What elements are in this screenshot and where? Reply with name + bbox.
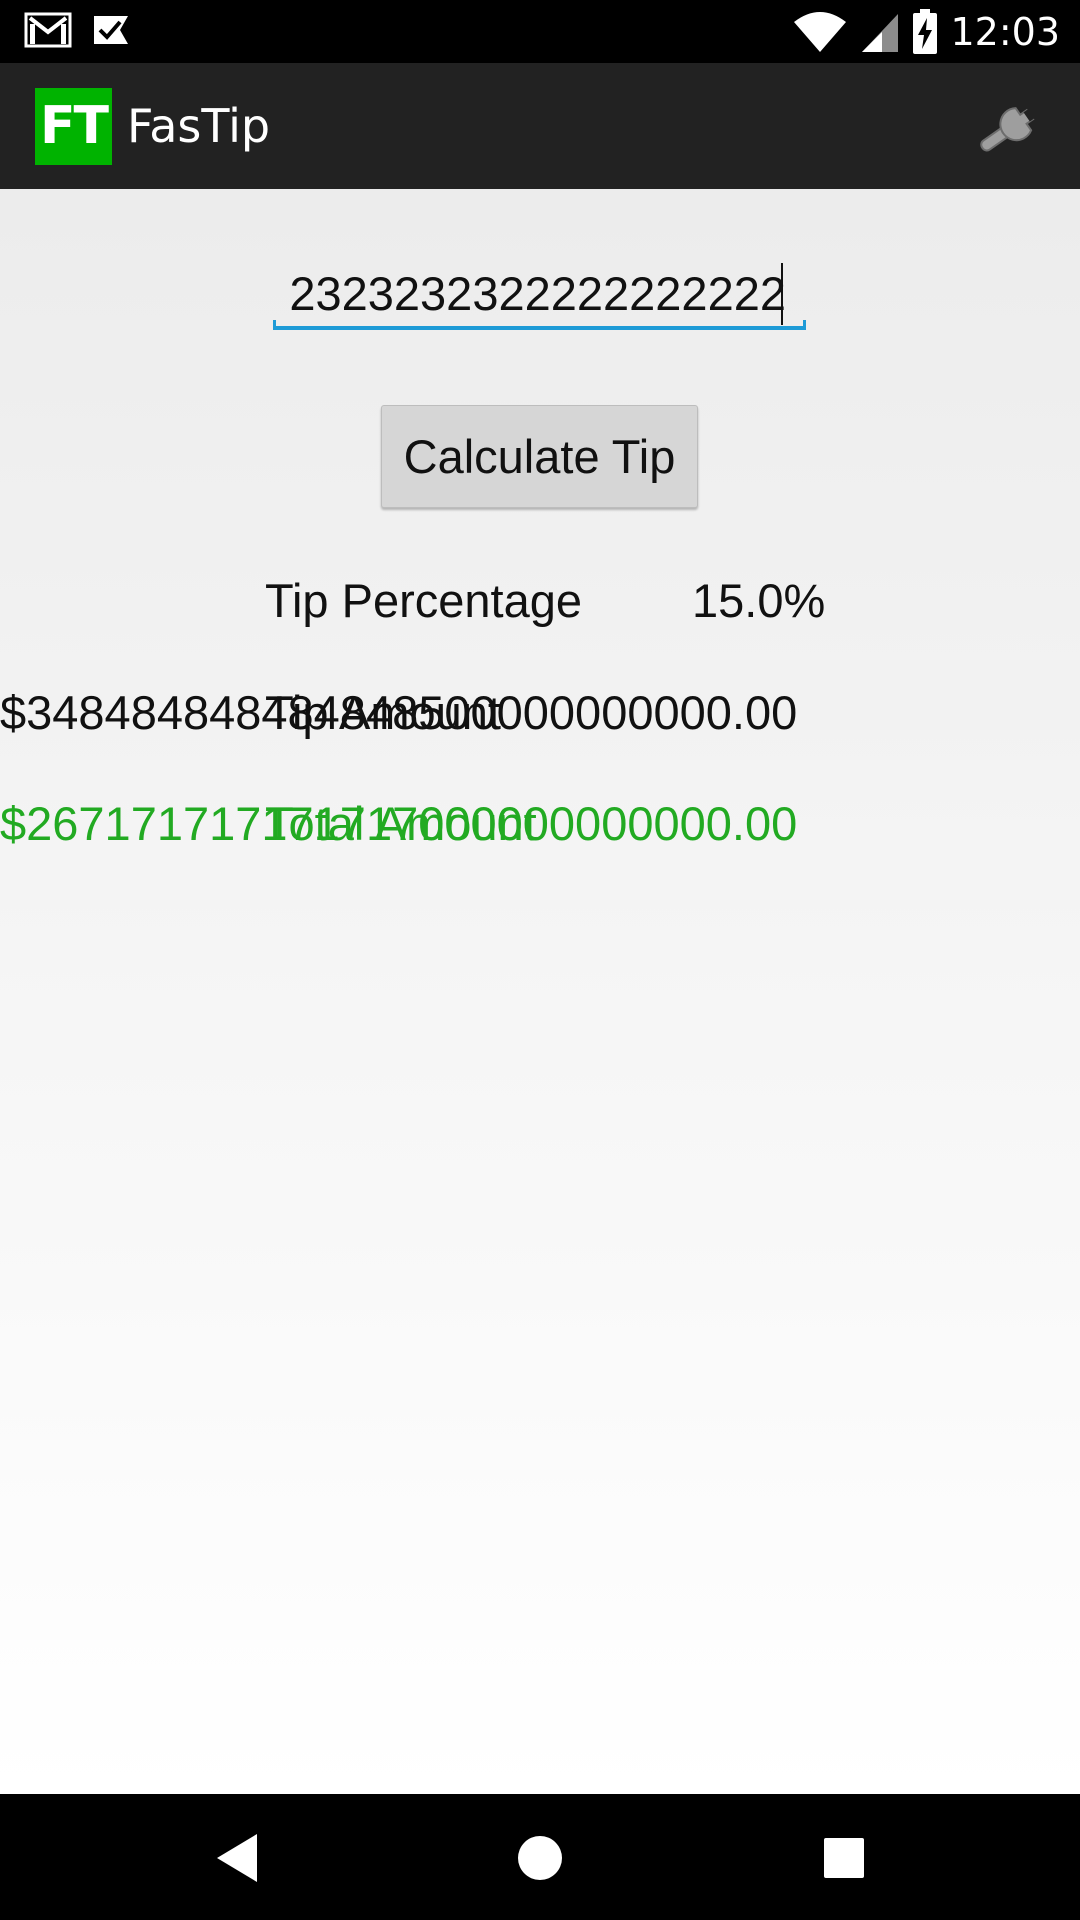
cell-signal-icon [862, 14, 899, 52]
app-bar: FT FasTip [0, 63, 1080, 189]
back-icon[interactable] [213, 1832, 261, 1884]
total-amount-label: Total Amount [265, 797, 537, 850]
bill-amount-input[interactable] [273, 264, 806, 322]
status-bar: 12:03 [0, 0, 1080, 63]
wifi-icon [794, 12, 847, 52]
tip-amount-label: Tip Amount [265, 686, 501, 739]
text-caret [781, 263, 783, 325]
calculate-tip-button[interactable]: Calculate Tip [381, 405, 698, 508]
status-time: 12:03 [950, 10, 1060, 54]
checkmark-task-icon [94, 16, 128, 44]
wrench-icon[interactable] [970, 93, 1050, 163]
app-title: FasTip [127, 99, 271, 153]
navigation-bar [0, 1794, 1080, 1920]
recent-apps-icon[interactable] [824, 1838, 864, 1878]
home-icon[interactable] [518, 1836, 562, 1880]
main-content: Calculate Tip Tip Percentage 15.0% $3484… [0, 189, 1080, 1794]
gmail-icon [24, 12, 72, 48]
bill-input-underline [273, 320, 806, 330]
app-logo: FT [35, 88, 112, 165]
tip-percentage-value: 15.0% [692, 574, 826, 627]
tip-percentage-label: Tip Percentage [265, 574, 582, 627]
battery-charging-icon [913, 9, 938, 54]
